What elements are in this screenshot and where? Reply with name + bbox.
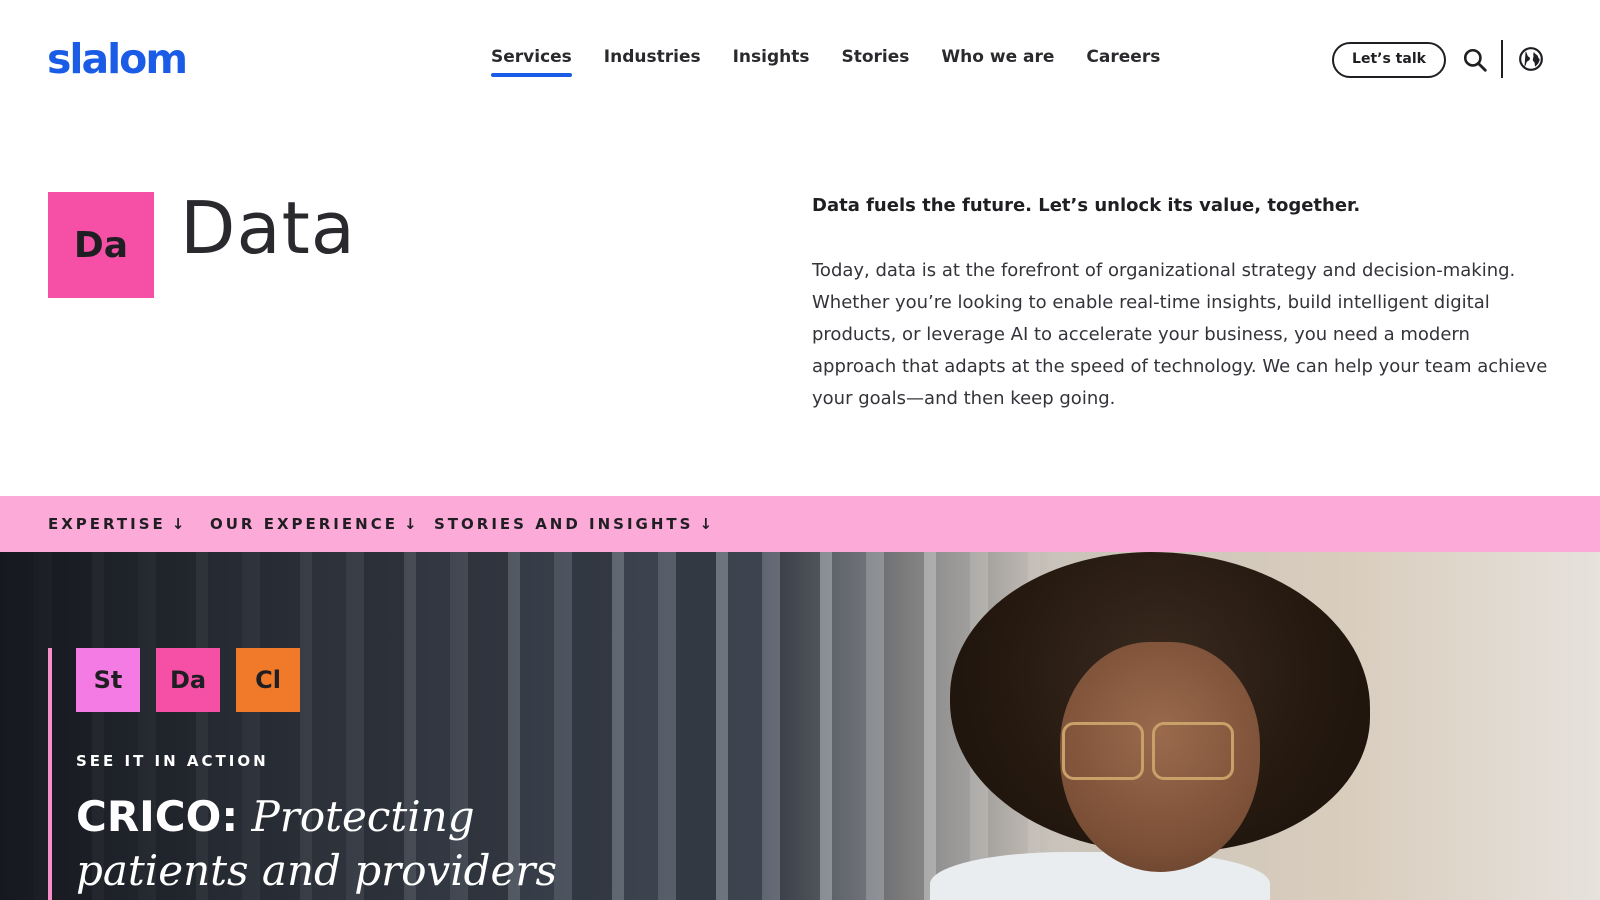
feature-org: CRICO: [76, 792, 239, 841]
anchor-expertise[interactable]: EXPERTISE ↓ [48, 496, 184, 552]
nav-insights[interactable]: Insights [733, 44, 810, 78]
arrow-down-icon: ↓ [403, 515, 417, 533]
photo-glasses-left [1062, 722, 1144, 780]
arrow-down-icon: ↓ [171, 515, 185, 533]
header-divider [1501, 40, 1503, 78]
anchor-stories-and-insights-label: STORIES AND INSIGHTS [434, 515, 694, 533]
nav-services[interactable]: Services [491, 44, 572, 78]
accent-line [48, 648, 52, 900]
anchor-our-experience-label: OUR EXPERIENCE [210, 515, 398, 533]
feature-headline[interactable]: CRICO: Protecting patients and providers [76, 790, 576, 898]
lets-talk-button[interactable]: Let’s talk [1332, 42, 1446, 78]
slalom-logo[interactable]: slalom [47, 34, 188, 84]
page-title: Data [180, 186, 356, 270]
anchor-our-experience[interactable]: OUR EXPERIENCE ↓ [210, 496, 417, 552]
photo-person-coat [930, 852, 1270, 900]
site-header: slalom Services Industries Insights Stor… [0, 0, 1600, 120]
intro-body: Today, data is at the forefront of organ… [812, 260, 1548, 409]
search-icon[interactable] [1462, 47, 1488, 73]
nav-stories[interactable]: Stories [842, 44, 910, 78]
intro-lead: Data fuels the future. Let’s unlock its … [812, 195, 1361, 216]
arrow-down-icon: ↓ [699, 515, 713, 533]
feature-eyebrow: SEE IT IN ACTION [76, 752, 269, 770]
tag-data: Da [156, 648, 220, 712]
nav-careers[interactable]: Careers [1086, 44, 1160, 78]
tag-strategy: St [76, 648, 140, 712]
featured-story[interactable]: St Da Cl SEE IT IN ACTION CRICO: Protect… [0, 552, 1600, 900]
tag-cloud: Cl [236, 648, 300, 712]
anchor-expertise-label: EXPERTISE [48, 515, 166, 533]
anchor-stories-and-insights[interactable]: STORIES AND INSIGHTS ↓ [434, 496, 712, 552]
photo-glasses-right [1152, 722, 1234, 780]
main-nav: Services Industries Insights Stories Who… [491, 44, 1192, 78]
nav-industries[interactable]: Industries [604, 44, 701, 78]
globe-icon[interactable] [1518, 46, 1544, 72]
section-anchor-bar: EXPERTISE ↓ OUR EXPERIENCE ↓ STORIES AND I… [0, 496, 1600, 552]
nav-who-we-are[interactable]: Who we are [941, 44, 1054, 78]
capability-tags: St Da Cl [76, 648, 300, 712]
data-tile: Da [48, 192, 154, 298]
